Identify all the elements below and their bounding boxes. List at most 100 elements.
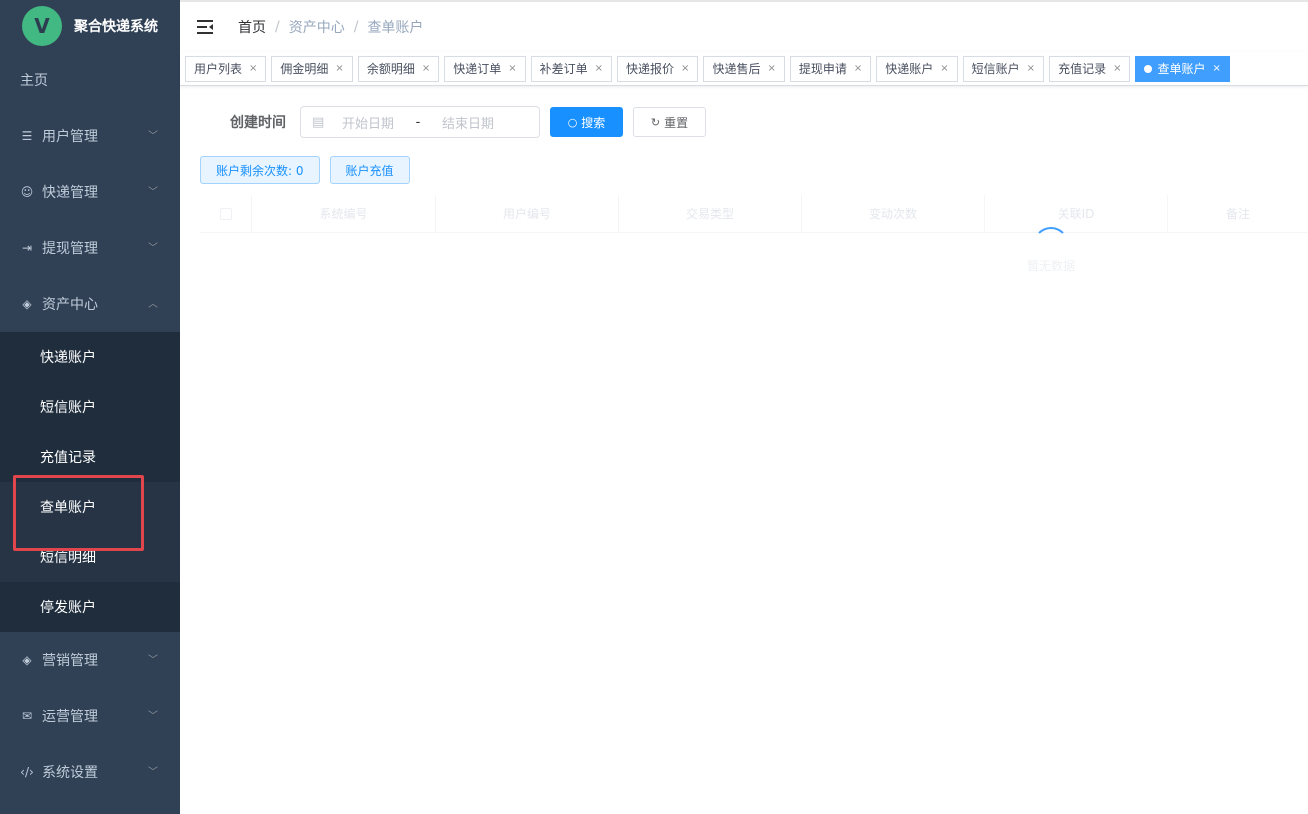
sidebar-item-operations-management[interactable]: ✉ 运营管理 ﹀ — [0, 688, 180, 744]
sidebar-item-withdraw-management[interactable]: ⇥ 提现管理 ﹀ — [0, 220, 180, 276]
search-button-label: 搜索 — [581, 115, 606, 130]
close-icon[interactable]: × — [1027, 63, 1035, 74]
sidebar-item-system-settings[interactable]: ‹/› 系统设置 ﹀ — [0, 744, 180, 800]
tag-express-aftersale[interactable]: 快递售后 × — [703, 55, 785, 82]
hamburger-icon[interactable] — [197, 20, 213, 34]
chat-icon: ☺ — [20, 185, 34, 199]
sidebar-item-asset-center[interactable]: ◈ 资产中心 ︿ — [0, 276, 180, 332]
search-icon: ○ — [567, 115, 578, 129]
sidebar: V 聚合快递系统 主页 ☰ 用户管理 ﹀ ☺ 快递管理 ﹀ ⇥ 提现管理 ﹀ ◈… — [0, 0, 180, 814]
sidebar-item-sms-detail[interactable]: 短信明细 — [0, 532, 180, 582]
withdraw-icon: ⇥ — [21, 241, 33, 255]
recharge-button[interactable]: 账户充值 — [329, 156, 410, 184]
mail-icon: ✉ — [21, 709, 33, 723]
select-all-checkbox-cell — [200, 195, 252, 232]
breadcrumb-asset-center: 资产中心 — [288, 20, 345, 36]
breadcrumb-separator: / — [275, 19, 280, 35]
remaining-count-button[interactable]: 账户剩余次数: 0 — [200, 156, 320, 184]
close-icon[interactable]: × — [767, 63, 775, 74]
tag-user-list[interactable]: 用户列表 × — [185, 55, 267, 82]
sidebar-item-label: 系统设置 — [42, 765, 98, 781]
sidebar-item-label: 提现管理 — [42, 241, 98, 257]
database-icon: ☰ — [21, 129, 33, 143]
end-date-input[interactable]: 结束日期 — [428, 113, 508, 132]
tag-query-account[interactable]: 查单账户 × — [1135, 55, 1230, 82]
app-root: V 聚合快递系统 主页 ☰ 用户管理 ﹀ ☺ 快递管理 ﹀ ⇥ 提现管理 ﹀ ◈… — [0, 0, 1308, 814]
tag-label: 快递报价 — [626, 62, 675, 76]
chevron-up-icon: ︿ — [148, 299, 158, 310]
sidebar-item-suspended-account[interactable]: 停发账户 — [0, 582, 180, 632]
close-icon[interactable]: × — [681, 63, 689, 74]
reset-button[interactable]: ↻ 重置 — [633, 107, 706, 137]
breadcrumb-home[interactable]: 首页 — [238, 17, 266, 37]
chevron-down-icon: ﹀ — [148, 187, 158, 198]
tag-label: 佣金明细 — [280, 62, 329, 76]
sidebar-item-label: 营销管理 — [42, 653, 98, 669]
chevron-down-icon: ﹀ — [148, 131, 158, 142]
created-time-label: 创建时间 — [230, 115, 286, 131]
sidebar-item-label: 资产中心 — [42, 297, 98, 313]
chevron-down-icon: ﹀ — [148, 243, 158, 254]
tag-supplement-orders[interactable]: 补差订单 × — [530, 55, 613, 82]
column-header: 备注 — [1225, 207, 1250, 221]
tag-label: 快递订单 — [453, 62, 502, 76]
tag-label: 用户列表 — [194, 62, 243, 76]
sidebar-item-sms-account[interactable]: 短信账户 — [0, 382, 180, 432]
sidebar-item-recharge-records[interactable]: 充值记录 — [0, 432, 180, 482]
sidebar-item-label: 运营管理 — [42, 709, 98, 725]
search-button[interactable]: ○ 搜索 — [550, 107, 623, 137]
chevron-down-icon: ﹀ — [148, 711, 158, 722]
search-form: 创建时间 ▤ 开始日期 - 结束日期 ○ 搜索 ↻ 重置 — [230, 106, 706, 138]
app-title: 聚合快递系统 — [74, 19, 158, 35]
sidebar-item-home[interactable]: 主页 — [0, 52, 180, 108]
sidebar-item-user-management[interactable]: ☰ 用户管理 ﹀ — [0, 108, 180, 164]
table-header: 系统编号 用户编号 交易类型 变动次数 关联ID 备注 — [200, 195, 1308, 233]
close-icon[interactable]: × — [335, 63, 343, 74]
tag-withdraw-request[interactable]: 提现申请 × — [789, 55, 872, 82]
sidebar-item-express-management[interactable]: ☺ 快递管理 ﹀ — [0, 164, 180, 220]
asset-center-submenu: 快递账户 短信账户 充值记录 查单账户 短信明细 停发账户 — [0, 332, 180, 632]
chevron-down-icon: ﹀ — [148, 655, 158, 666]
breadcrumb-current: 查单账户 — [367, 20, 424, 36]
date-range-separator: - — [415, 114, 421, 130]
tag-balance-detail[interactable]: 余额明细 × — [357, 55, 440, 82]
close-icon[interactable]: × — [940, 63, 948, 74]
tags-view: 用户列表 × 佣金明细 × 余额明细 × 快递订单 × 补差订单 × 快递报价 × 快递售后… — [180, 52, 1308, 86]
close-icon[interactable]: × — [249, 63, 257, 74]
tag-express-orders[interactable]: 快递订单 × — [444, 55, 526, 82]
toolbar: 账户剩余次数: 0 账户充值 — [200, 156, 420, 184]
sidebar-item-label: 快递管理 — [42, 185, 98, 201]
close-icon[interactable]: × — [508, 63, 516, 74]
tag-label: 充值记录 — [1058, 62, 1107, 76]
active-dot-icon — [1144, 64, 1153, 73]
date-range-picker[interactable]: ▤ 开始日期 - 结束日期 — [300, 106, 540, 138]
breadcrumb: 首页 / 资产中心 / 查单账户 — [238, 17, 423, 37]
column-header: 系统编号 — [252, 195, 436, 232]
sidebar-logo[interactable]: V 聚合快递系统 — [0, 0, 180, 52]
tag-label: 余额明细 — [366, 62, 415, 76]
close-icon[interactable]: × — [1113, 63, 1121, 74]
sidebar-item-query-account[interactable]: 查单账户 — [0, 482, 180, 532]
close-icon[interactable]: × — [422, 63, 430, 74]
select-all-checkbox[interactable] — [219, 207, 232, 220]
tag-label: 补差订单 — [539, 62, 588, 76]
tag-express-account[interactable]: 快递账户 × — [876, 55, 958, 82]
start-date-input[interactable]: 开始日期 — [328, 113, 408, 132]
tag-recharge-records[interactable]: 充值记录 × — [1049, 55, 1131, 82]
sidebar-item-express-account[interactable]: 快递账户 — [0, 332, 180, 382]
tag-commission-detail[interactable]: 佣金明细 × — [271, 55, 353, 82]
reset-button-label: 重置 — [664, 115, 689, 130]
tag-label: 提现申请 — [798, 62, 847, 76]
refresh-icon: ↻ — [650, 115, 661, 129]
tag-sms-account[interactable]: 短信账户 × — [962, 55, 1045, 82]
sidebar-item-marketing-management[interactable]: ◈ 营销管理 ﹀ — [0, 632, 180, 688]
close-icon[interactable]: × — [595, 63, 603, 74]
sidebar-item-label: 用户管理 — [42, 129, 98, 145]
tag-express-quote[interactable]: 快递报价 × — [617, 55, 699, 82]
empty-text: 暂无数据 — [1026, 259, 1075, 273]
tag-label: 快递账户 — [885, 62, 934, 76]
cube-icon: ◈ — [22, 653, 32, 667]
close-icon[interactable]: × — [1212, 63, 1220, 74]
close-icon[interactable]: × — [854, 63, 862, 74]
column-header: 交易类型 — [619, 195, 802, 232]
